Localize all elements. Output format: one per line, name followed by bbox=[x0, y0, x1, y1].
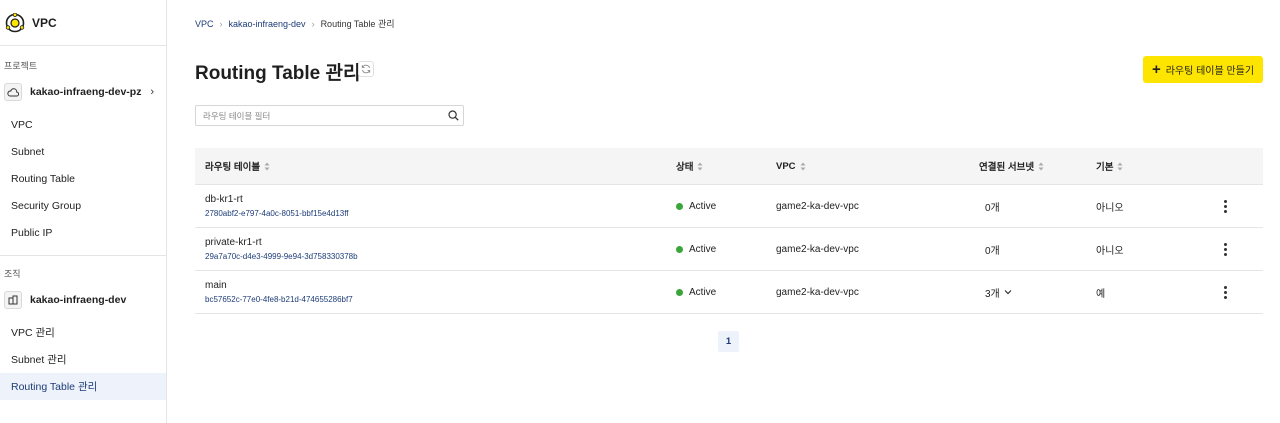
subnet-count: 0개 bbox=[985, 245, 1000, 257]
create-button-label: 라우팅 테이블 만들기 bbox=[1165, 66, 1255, 77]
more-vertical-icon[interactable] bbox=[1224, 242, 1228, 256]
cell-routing-table: private-kr1-rt 29a7a70c-d4e3-4999-9e94-3… bbox=[205, 237, 358, 261]
status-active-icon bbox=[676, 245, 683, 253]
cell-default: 아니오 bbox=[1096, 245, 1124, 257]
cell-default: 아니오 bbox=[1096, 202, 1124, 214]
column-connected-subnets[interactable]: 연결된 서브넷 bbox=[979, 159, 1044, 173]
cell-connected-subnets[interactable]: 3개 bbox=[985, 285, 1012, 300]
column-vpc[interactable]: VPC bbox=[776, 161, 806, 172]
status-text: Active bbox=[689, 200, 717, 212]
project-section-label: 프로젝트 bbox=[4, 61, 38, 71]
sidebar-item-subnet[interactable]: Subnet bbox=[0, 138, 166, 165]
status-active-icon bbox=[676, 288, 683, 296]
column-label: 연결된 서브넷 bbox=[979, 162, 1035, 173]
more-vertical-icon[interactable] bbox=[1224, 285, 1228, 299]
org-nav: VPC 관리 Subnet 관리 Routing Table 관리 bbox=[0, 319, 166, 400]
cell-status: Active bbox=[676, 244, 716, 255]
sort-icon bbox=[697, 162, 703, 170]
cloud-icon bbox=[4, 83, 22, 101]
plus-icon: + bbox=[1151, 61, 1161, 78]
routing-table-id-link[interactable]: 2780abf2-e797-4a0c-8051-bbf15e4d13ff bbox=[205, 209, 349, 218]
table-row[interactable]: main bc57652c-77e0-4fe8-b21d-474655286bf… bbox=[195, 271, 1263, 314]
breadcrumb-vpc[interactable]: VPC bbox=[195, 19, 214, 29]
filter-input[interactable] bbox=[196, 106, 443, 125]
project-name: kakao-infraeng-dev-pz bbox=[30, 86, 142, 98]
chevron-right-icon: › bbox=[150, 86, 154, 98]
chevron-down-icon bbox=[1004, 290, 1012, 295]
more-vertical-icon[interactable] bbox=[1224, 199, 1228, 213]
cell-vpc: game2-ka-dev-vpc bbox=[776, 286, 859, 298]
subnet-count: 3개 bbox=[985, 288, 1000, 300]
project-nav: VPC Subnet Routing Table Security Group … bbox=[0, 111, 166, 246]
column-label: VPC bbox=[776, 160, 796, 172]
main-content: VPC › kakao-infraeng-dev › Routing Table… bbox=[167, 0, 1280, 423]
sort-icon bbox=[264, 162, 270, 170]
breadcrumb: VPC › kakao-infraeng-dev › Routing Table… bbox=[195, 17, 395, 30]
sidebar-item-routing-table-manage[interactable]: Routing Table 관리 bbox=[0, 373, 166, 400]
routing-table-id-link[interactable]: 29a7a70c-d4e3-4999-9e94-3d758330378b bbox=[205, 252, 358, 261]
org-selector[interactable]: kakao-infraeng-dev bbox=[0, 289, 166, 311]
column-routing-table[interactable]: 라우팅 테이블 bbox=[205, 159, 270, 173]
pagination-page-button[interactable]: 1 bbox=[718, 331, 739, 352]
org-section-label: 조직 bbox=[4, 269, 21, 279]
sidebar: VPC 프로젝트 kakao-infraeng-dev-pz › VPC Sub… bbox=[0, 0, 167, 423]
routing-table-list: 라우팅 테이블 상태 VPC 연결된 서브넷 기본 db-kr1-rt 2780… bbox=[195, 148, 1263, 314]
sidebar-divider bbox=[0, 255, 166, 256]
routing-table-filter bbox=[195, 105, 464, 126]
brand-header: VPC bbox=[0, 0, 166, 46]
sidebar-item-vpc[interactable]: VPC bbox=[0, 111, 166, 138]
sidebar-title: VPC bbox=[32, 15, 57, 30]
sidebar-item-public-ip[interactable]: Public IP bbox=[0, 219, 166, 246]
column-label: 기본 bbox=[1096, 162, 1114, 173]
status-text: Active bbox=[689, 286, 717, 298]
refresh-button[interactable] bbox=[358, 61, 374, 77]
chevron-right-icon: › bbox=[311, 18, 315, 29]
cell-default: 예 bbox=[1096, 288, 1106, 300]
cell-vpc: game2-ka-dev-vpc bbox=[776, 200, 859, 212]
routing-table-name: db-kr1-rt bbox=[205, 194, 243, 205]
chevron-right-icon: › bbox=[219, 18, 223, 29]
breadcrumb-org[interactable]: kakao-infraeng-dev bbox=[229, 19, 306, 29]
status-active-icon bbox=[676, 202, 683, 210]
sidebar-item-subnet-manage[interactable]: Subnet 관리 bbox=[0, 346, 166, 373]
sort-icon bbox=[1038, 162, 1044, 170]
sidebar-item-routing-table[interactable]: Routing Table bbox=[0, 165, 166, 192]
column-status[interactable]: 상태 bbox=[676, 159, 703, 173]
page-title: Routing Table 관리 bbox=[195, 63, 361, 84]
building-icon bbox=[4, 291, 22, 309]
column-default[interactable]: 기본 bbox=[1096, 159, 1123, 173]
table-row[interactable]: db-kr1-rt 2780abf2-e797-4a0c-8051-bbf15e… bbox=[195, 185, 1263, 228]
cell-connected-subnets: 0개 bbox=[985, 199, 1000, 214]
cell-status: Active bbox=[676, 287, 716, 298]
org-name: kakao-infraeng-dev bbox=[30, 294, 127, 306]
cell-connected-subnets: 0개 bbox=[985, 242, 1000, 257]
refresh-icon bbox=[361, 64, 371, 74]
sort-icon bbox=[800, 162, 806, 170]
create-routing-table-button[interactable]: + 라우팅 테이블 만들기 bbox=[1143, 56, 1263, 83]
subnet-count: 0개 bbox=[985, 202, 1000, 214]
sidebar-item-security-group[interactable]: Security Group bbox=[0, 192, 166, 219]
sidebar-item-vpc-manage[interactable]: VPC 관리 bbox=[0, 319, 166, 346]
cell-routing-table: main bc57652c-77e0-4fe8-b21d-474655286bf… bbox=[205, 280, 353, 304]
table-header: 라우팅 테이블 상태 VPC 연결된 서브넷 기본 bbox=[195, 148, 1263, 185]
project-selector[interactable]: kakao-infraeng-dev-pz › bbox=[0, 81, 166, 103]
cell-vpc: game2-ka-dev-vpc bbox=[776, 243, 859, 255]
column-label: 상태 bbox=[676, 162, 694, 173]
routing-table-name: main bbox=[205, 280, 227, 291]
search-icon[interactable] bbox=[443, 110, 463, 121]
status-text: Active bbox=[689, 243, 717, 255]
breadcrumb-current: Routing Table 관리 bbox=[320, 19, 395, 29]
cell-routing-table: db-kr1-rt 2780abf2-e797-4a0c-8051-bbf15e… bbox=[205, 194, 349, 218]
vpc-logo-icon bbox=[5, 12, 25, 32]
column-label: 라우팅 테이블 bbox=[205, 162, 261, 173]
routing-table-name: private-kr1-rt bbox=[205, 237, 262, 248]
sort-icon bbox=[1117, 162, 1123, 170]
cell-status: Active bbox=[676, 201, 716, 212]
table-row[interactable]: private-kr1-rt 29a7a70c-d4e3-4999-9e94-3… bbox=[195, 228, 1263, 271]
routing-table-id-link[interactable]: bc57652c-77e0-4fe8-b21d-474655286bf7 bbox=[205, 295, 353, 304]
